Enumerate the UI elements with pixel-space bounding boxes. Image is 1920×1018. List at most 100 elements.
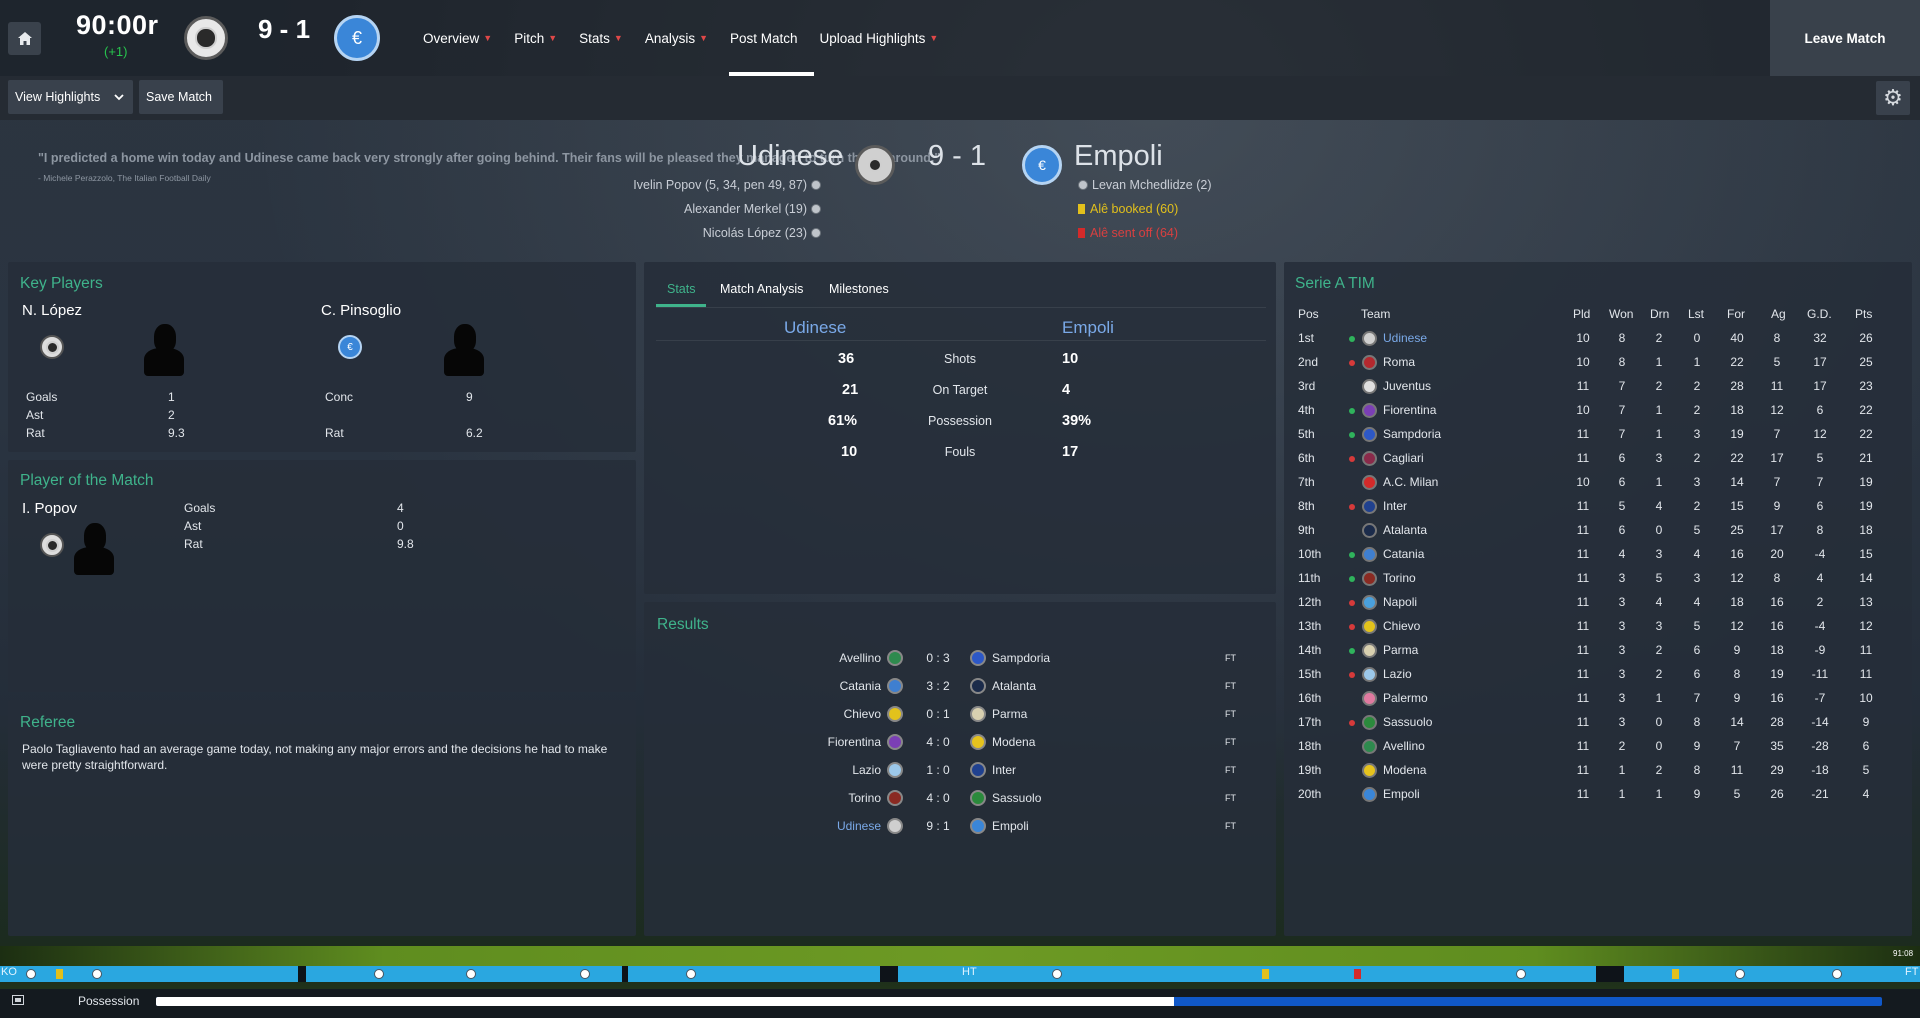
goal-ball-icon[interactable] [92, 969, 102, 979]
table-team[interactable]: Udinese [1383, 331, 1427, 345]
goal-ball-icon[interactable] [580, 969, 590, 979]
col-header-gd[interactable]: G.D. [1807, 307, 1832, 321]
team-crest-icon [887, 734, 903, 750]
table-cell-ag: 26 [1770, 787, 1784, 801]
table-cell-ag: 16 [1770, 619, 1784, 633]
save-match-button[interactable]: Save Match [139, 80, 223, 114]
yellow-card-icon[interactable] [56, 969, 63, 979]
result-away-team[interactable]: Sampdoria [992, 651, 1050, 665]
col-header-ag[interactable]: Ag [1771, 307, 1786, 321]
table-team[interactable]: Catania [1383, 547, 1424, 561]
col-header-pld[interactable]: Pld [1573, 307, 1590, 321]
nav-analysis[interactable]: Analysis ▼ [634, 0, 719, 76]
table-team[interactable]: Modena [1383, 763, 1426, 777]
col-header-pos[interactable]: Pos [1298, 307, 1319, 321]
settings-button[interactable]: ⚙ [1876, 81, 1910, 115]
tab-match-analysis[interactable]: Match Analysis [720, 282, 803, 296]
result-away-team[interactable]: Empoli [992, 819, 1029, 833]
home-button[interactable] [8, 22, 41, 55]
result-away-team[interactable]: Parma [992, 707, 1027, 721]
table-team[interactable]: Atalanta [1383, 523, 1427, 537]
result-home-team[interactable]: Catania [761, 679, 881, 693]
result-home-team[interactable]: Udinese [761, 819, 881, 833]
col-header-lst[interactable]: Lst [1688, 307, 1704, 321]
table-team[interactable]: Chievo [1383, 619, 1420, 633]
col-header-team[interactable]: Team [1361, 307, 1390, 321]
goal-ball-icon[interactable] [1832, 969, 1842, 979]
goal-ball-icon[interactable] [374, 969, 384, 979]
team-crest-icon [970, 790, 986, 806]
result-home-team[interactable]: Fiorentina [761, 735, 881, 749]
goal-ball-icon[interactable] [1516, 969, 1526, 979]
team-crest-icon [1362, 595, 1377, 610]
home-team-crest [855, 145, 895, 185]
stats-home-team[interactable]: Udinese [784, 318, 846, 338]
table-pos: 10th [1298, 547, 1322, 561]
table-cell-pld: 11 [1576, 691, 1590, 705]
col-header-drn[interactable]: Drn [1650, 307, 1669, 321]
table-cell-lst: 6 [1693, 643, 1701, 657]
result-home-team[interactable]: Torino [761, 791, 881, 805]
table-team[interactable]: Sassuolo [1383, 715, 1432, 729]
table-team[interactable]: Roma [1383, 355, 1415, 369]
table-team[interactable]: A.C. Milan [1383, 475, 1438, 489]
match-timeline[interactable] [0, 966, 1920, 982]
goal-ball-icon[interactable] [1052, 969, 1062, 979]
nav-stats[interactable]: Stats ▼ [568, 0, 634, 76]
col-header-pts[interactable]: Pts [1855, 307, 1872, 321]
result-away-team[interactable]: Sassuolo [992, 791, 1041, 805]
table-team[interactable]: Torino [1383, 571, 1416, 585]
result-away-team[interactable]: Modena [992, 735, 1035, 749]
key-player-home-name[interactable]: N. López [22, 302, 82, 319]
goal-ball-icon[interactable] [1735, 969, 1745, 979]
table-cell-ag: 19 [1770, 667, 1784, 681]
stat-value: 0 [397, 519, 404, 533]
table-cell-ag: 9 [1773, 499, 1781, 513]
result-away-team[interactable]: Inter [992, 763, 1016, 777]
nav-post-match[interactable]: Post Match [719, 0, 814, 76]
stat-value: 9.8 [397, 537, 414, 551]
table-team[interactable]: Avellino [1383, 739, 1425, 753]
table-team[interactable]: Sampdoria [1383, 427, 1441, 441]
table-team[interactable]: Palermo [1383, 691, 1428, 705]
result-away-team[interactable]: Atalanta [992, 679, 1036, 693]
result-home-team[interactable]: Lazio [761, 763, 881, 777]
table-team[interactable]: Inter [1383, 499, 1407, 513]
yellow-card-icon[interactable] [1672, 969, 1679, 979]
table-team[interactable]: Juventus [1383, 379, 1431, 393]
table-team[interactable]: Fiorentina [1383, 403, 1436, 417]
tab-milestones[interactable]: Milestones [829, 282, 889, 296]
table-cell-gd: 32 [1813, 331, 1827, 345]
table-pos: 15th [1298, 667, 1322, 681]
table-team[interactable]: Parma [1383, 643, 1418, 657]
col-header-won[interactable]: Won [1609, 307, 1633, 321]
possession-toggle-icon[interactable] [12, 995, 24, 1005]
table-team[interactable]: Napoli [1383, 595, 1417, 609]
nav-pitch[interactable]: Pitch ▼ [503, 0, 568, 76]
table-cell-lst: 3 [1693, 427, 1701, 441]
leave-match-button[interactable]: Leave Match [1770, 0, 1920, 76]
table-cell-won: 3 [1618, 667, 1626, 681]
red-card-icon[interactable] [1354, 969, 1361, 979]
table-team[interactable]: Empoli [1383, 787, 1420, 801]
result-home-team[interactable]: Chievo [761, 707, 881, 721]
table-team[interactable]: Cagliari [1383, 451, 1424, 465]
goal-ball-icon[interactable] [26, 969, 36, 979]
potm-name[interactable]: I. Popov [22, 500, 77, 517]
goal-ball-icon[interactable] [686, 969, 696, 979]
home-team-name[interactable]: Udinese [737, 140, 843, 173]
away-team-name[interactable]: Empoli [1074, 140, 1163, 173]
tab-stats[interactable]: Stats [667, 282, 696, 296]
table-team[interactable]: Lazio [1383, 667, 1412, 681]
goal-ball-icon[interactable] [466, 969, 476, 979]
yellow-card-icon[interactable] [1262, 969, 1269, 979]
table-cell-for: 18 [1730, 403, 1744, 417]
view-highlights-dropdown[interactable]: View Highlights [8, 80, 133, 114]
key-player-away-name[interactable]: C. Pinsoglio [321, 302, 401, 319]
result-home-team[interactable]: Avellino [761, 651, 881, 665]
nav-overview[interactable]: Overview ▼ [412, 0, 503, 76]
nav-upload-highlights[interactable]: Upload Highlights ▼ [809, 0, 950, 76]
col-header-for[interactable]: For [1727, 307, 1745, 321]
half-time-label: HT [962, 966, 977, 978]
stats-away-team[interactable]: Empoli [1062, 318, 1114, 338]
